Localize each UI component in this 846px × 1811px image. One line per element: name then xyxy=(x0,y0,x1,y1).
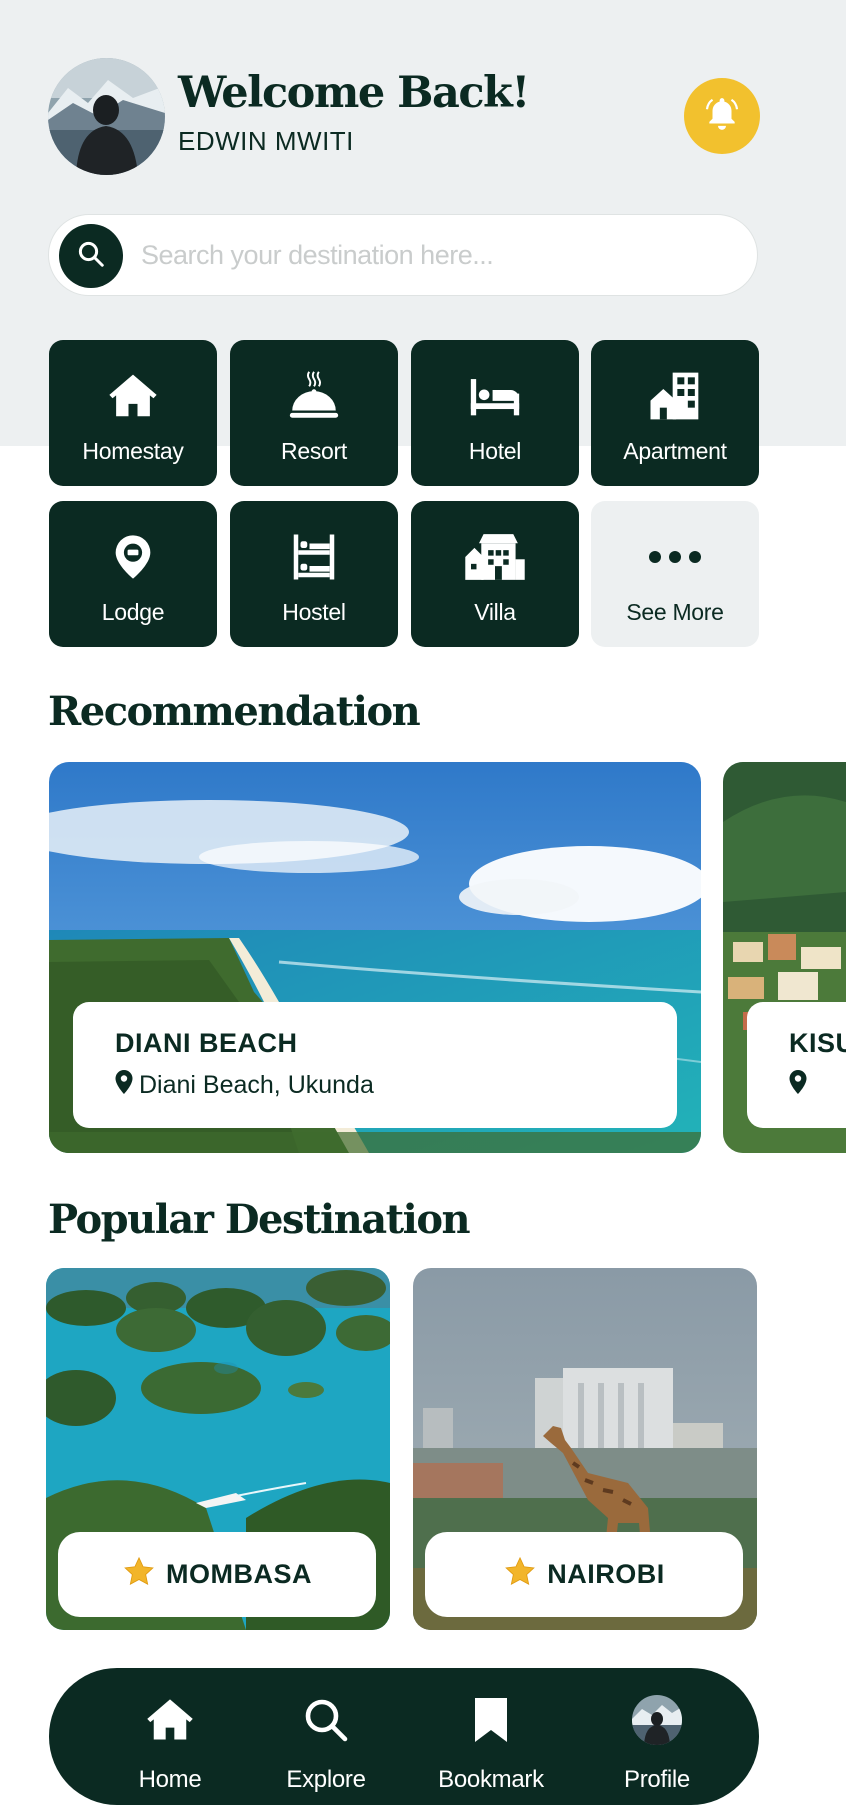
popular-info: NAIROBI xyxy=(425,1532,743,1617)
category-apartment[interactable]: Apartment xyxy=(591,340,759,486)
recommendation-title: Recommendation xyxy=(48,688,421,735)
location-pin-icon xyxy=(49,527,217,587)
category-see-more[interactable]: See More xyxy=(591,501,759,647)
recommendation-card-diani[interactable]: DIANI BEACH Diani Beach, Ukunda xyxy=(49,762,701,1153)
nav-item-explore[interactable]: Explore xyxy=(263,1668,389,1805)
home-icon xyxy=(49,366,217,426)
home-icon xyxy=(107,1692,233,1748)
category-label: Resort xyxy=(281,438,347,464)
destination-name: NAIROBI xyxy=(547,1559,665,1589)
category-label: Apartment xyxy=(623,438,727,464)
avatar[interactable] xyxy=(48,58,165,175)
nav-label: Bookmark xyxy=(438,1766,544,1793)
destination-location xyxy=(789,1070,807,1101)
search-input[interactable] xyxy=(141,215,741,295)
bunk-bed-icon xyxy=(230,527,398,587)
popular-info: MOMBASA xyxy=(58,1532,376,1617)
notification-button[interactable] xyxy=(684,78,760,154)
category-hostel[interactable]: Hostel xyxy=(230,501,398,647)
search-button[interactable] xyxy=(59,224,123,288)
nav-label: Home xyxy=(138,1766,202,1793)
recommendation-info: DIANI BEACH Diani Beach, Ukunda xyxy=(73,1002,677,1128)
bed-icon xyxy=(411,366,579,426)
destination-location-text: Diani Beach, Ukunda xyxy=(139,1071,374,1099)
category-label: See More xyxy=(626,599,724,625)
avatar xyxy=(594,1692,720,1748)
nav-item-bookmark[interactable]: Bookmark xyxy=(419,1668,563,1805)
nav-item-home[interactable]: Home xyxy=(107,1668,233,1805)
bell-icon xyxy=(703,95,741,138)
category-lodge[interactable]: Lodge xyxy=(49,501,217,647)
category-villa[interactable]: Villa xyxy=(411,501,579,647)
welcome-heading: Welcome Back! xyxy=(178,68,530,118)
destination-name: DIANI BEACH xyxy=(115,1028,298,1058)
star-icon xyxy=(503,1555,537,1594)
nav-label: Explore xyxy=(286,1766,366,1793)
more-dots-icon xyxy=(591,527,759,587)
search-icon xyxy=(76,239,106,274)
destination-location: Diani Beach, Ukunda xyxy=(115,1070,374,1101)
villa-icon xyxy=(411,527,579,587)
destination-name: MOMBASA xyxy=(166,1559,312,1589)
popular-destination-title: Popular Destination xyxy=(48,1196,471,1243)
recommendation-info: KISU xyxy=(747,1002,846,1128)
location-pin-icon xyxy=(789,1070,807,1101)
location-pin-icon xyxy=(115,1070,133,1101)
username-label: EDWIN MWITI xyxy=(178,126,354,156)
category-label: Lodge xyxy=(101,599,165,625)
category-label: Hostel xyxy=(282,599,346,625)
nav-item-profile[interactable]: Profile xyxy=(594,1668,720,1805)
popular-card-mombasa[interactable]: MOMBASA xyxy=(46,1268,390,1630)
apartment-icon xyxy=(591,366,759,426)
bottom-navigation: Home Explore Bookmark Profile xyxy=(49,1668,759,1805)
search-icon xyxy=(263,1692,389,1748)
category-hotel[interactable]: Hotel xyxy=(411,340,579,486)
category-label: Homestay xyxy=(82,438,184,464)
recommendation-card-kisumu[interactable]: KISU xyxy=(723,762,846,1153)
search-bar[interactable] xyxy=(48,214,758,296)
resort-icon xyxy=(230,366,398,426)
category-label: Hotel xyxy=(468,438,522,464)
destination-name: KISU xyxy=(789,1028,846,1058)
category-resort[interactable]: Resort xyxy=(230,340,398,486)
popular-card-nairobi[interactable]: NAIROBI xyxy=(413,1268,757,1630)
category-label: Villa xyxy=(474,599,516,625)
star-icon xyxy=(122,1555,156,1594)
nav-label: Profile xyxy=(624,1766,690,1793)
category-homestay[interactable]: Homestay xyxy=(49,340,217,486)
bookmark-icon xyxy=(419,1692,563,1748)
